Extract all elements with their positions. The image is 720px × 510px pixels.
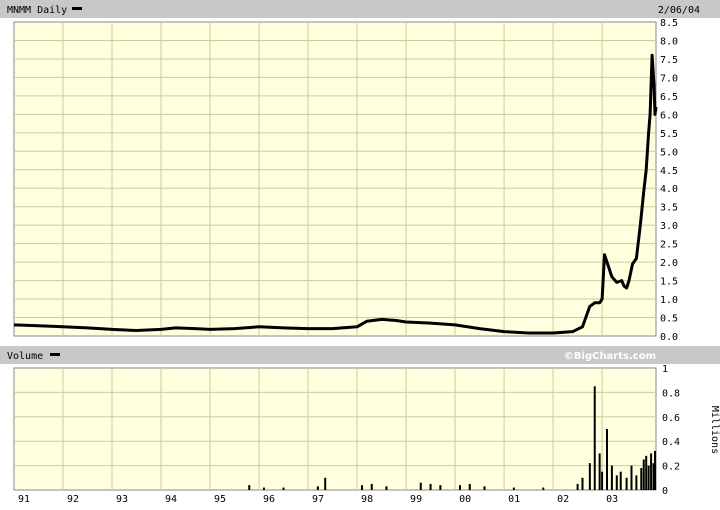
volume-y-tick-label: 0.8 <box>662 388 680 399</box>
volume-bar <box>605 429 608 490</box>
price-y-tick-label: 6.0 <box>660 110 678 121</box>
volume-bar <box>630 465 633 490</box>
price-y-tick-label: 7.0 <box>660 73 678 84</box>
volume-bar <box>654 450 657 490</box>
header-band <box>0 0 720 18</box>
price-y-tick-label: 4.0 <box>660 184 678 195</box>
volume-y-tick-label: 0.2 <box>662 462 680 473</box>
volume-legend-swatch <box>50 353 60 356</box>
chart-date: 2/06/04 <box>658 5 700 16</box>
x-tick-label: 95 <box>214 494 226 505</box>
price-y-tick-label: 4.5 <box>660 166 678 177</box>
volume-bar <box>483 486 486 490</box>
volume-bar <box>458 485 461 490</box>
x-tick-label: 94 <box>165 494 177 505</box>
x-tick-label: 98 <box>361 494 373 505</box>
price-legend-swatch <box>72 7 82 10</box>
volume-bar <box>588 463 591 490</box>
volume-bar <box>610 465 613 490</box>
volume-bar <box>593 386 596 490</box>
volume-bar <box>316 486 319 490</box>
x-tick-label: 03 <box>606 494 618 505</box>
price-y-tick-label: 2.0 <box>660 258 678 269</box>
price-y-tick-label: 3.5 <box>660 203 678 214</box>
price-y-tick-label: 7.5 <box>660 55 678 66</box>
price-y-tick-label: 5.0 <box>660 147 678 158</box>
volume-bar <box>512 487 515 490</box>
volume-y-tick-label: 0 <box>662 486 668 497</box>
volume-bar <box>439 485 442 490</box>
price-y-tick-label: 2.5 <box>660 240 678 251</box>
watermark: ©BigCharts.com <box>564 351 656 362</box>
price-y-tick-label: 8.5 <box>660 18 678 29</box>
x-tick-label: 01 <box>508 494 520 505</box>
x-tick-label: 00 <box>459 494 471 505</box>
volume-bar <box>619 471 622 490</box>
volume-bar <box>601 471 604 490</box>
x-tick-label: 99 <box>410 494 422 505</box>
volume-bar <box>625 477 628 490</box>
price-y-tick-label: 6.5 <box>660 92 678 103</box>
volume-bar <box>542 487 545 490</box>
volume-plot-area <box>13 367 657 491</box>
volume-bar <box>635 475 638 490</box>
volume-bar <box>615 475 618 490</box>
volume-y-tick-label: 1 <box>662 364 668 375</box>
volume-bar <box>248 485 251 490</box>
volume-bar <box>370 483 373 490</box>
volume-label: Volume <box>7 351 43 362</box>
chart-title: MNMM Daily <box>7 5 67 16</box>
x-tick-label: 92 <box>67 494 79 505</box>
price-y-tick-label: 1.0 <box>660 295 678 306</box>
volume-bar <box>385 486 388 490</box>
volume-bar <box>647 465 650 490</box>
price-y-tick-label: 0.0 <box>660 332 678 343</box>
x-axis: 91 92 93 94 95 96 97 98 99 00 01 02 03 <box>18 494 618 505</box>
x-tick-label: 96 <box>263 494 275 505</box>
volume-bar <box>282 487 285 490</box>
x-tick-label: 93 <box>116 494 128 505</box>
price-y-tick-label: 3.0 <box>660 221 678 232</box>
price-plot-area <box>13 21 657 337</box>
volume-bar <box>419 482 422 490</box>
volume-bar <box>324 477 327 490</box>
volume-bar <box>262 487 265 490</box>
volume-bar <box>640 468 643 490</box>
volume-bar <box>581 477 584 490</box>
price-y-tick-label: 5.5 <box>660 129 678 140</box>
volume-bar <box>650 453 653 490</box>
volume-unit-label: Millions <box>709 406 720 454</box>
volume-bar <box>429 483 432 490</box>
price-y-tick-label: 8.0 <box>660 36 678 47</box>
price-y-tick-label: 0.5 <box>660 314 678 325</box>
x-tick-label: 97 <box>312 494 324 505</box>
x-tick-label: 02 <box>557 494 569 505</box>
volume-bar <box>468 483 471 490</box>
volume-y-tick-label: 0.6 <box>662 413 680 424</box>
volume-y-tick-label: 0.4 <box>662 437 680 448</box>
stock-chart: MNMM Daily 2/06/04 0.0 0.5 1.0 1.5 2.0 2.5 3.0… <box>0 0 720 505</box>
price-y-tick-label: 1.5 <box>660 277 678 288</box>
volume-bar <box>598 453 601 490</box>
x-tick-label: 91 <box>18 494 30 505</box>
volume-bar <box>642 459 645 490</box>
price-y-axis: 0.0 0.5 1.0 1.5 2.0 2.5 3.0 3.5 4.0 4.5 5.0 5.5 6.0 6… <box>660 18 678 343</box>
volume-bar <box>576 483 579 490</box>
volume-bar <box>645 455 648 490</box>
volume-y-axis: 1 0.8 0.6 0.4 0.2 0 <box>662 364 680 497</box>
volume-bar <box>360 485 363 490</box>
